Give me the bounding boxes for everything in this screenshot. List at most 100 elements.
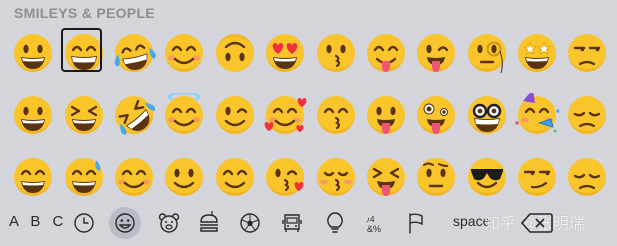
sunglasses-face-icon-graphic xyxy=(467,157,506,196)
smiling-face-icon-graphic xyxy=(165,33,204,72)
halo-face-icon-graphic xyxy=(165,92,204,134)
tongue-face-icon[interactable] xyxy=(361,88,411,141)
svg-text:♪4: ♪4 xyxy=(366,215,375,224)
squinting-tongue-icon-graphic xyxy=(366,157,405,196)
keyboard-bottom-bar: A B C ♪4 &% space 知乎 @张明瑞 xyxy=(0,200,617,246)
grinning-smiling-eyes-icon-graphic xyxy=(14,157,53,196)
star-struck-icon-graphic xyxy=(518,33,557,72)
travel-car-icon[interactable] xyxy=(276,207,308,239)
heart-eyes-icon[interactable] xyxy=(260,26,310,79)
activity-soccer-icon-graphic xyxy=(240,213,260,233)
tongue-face-icon-graphic xyxy=(366,95,405,134)
smileys-category-icon-graphic xyxy=(115,213,135,233)
squinting-face-icon[interactable] xyxy=(58,88,108,141)
kissing-face-icon-graphic xyxy=(316,33,355,72)
star-struck-icon[interactable] xyxy=(512,26,562,79)
face-savoring-food-icon[interactable] xyxy=(361,26,411,79)
halo-face-icon[interactable] xyxy=(159,88,209,141)
kiss-heart-icon-graphic xyxy=(266,157,305,196)
activity-soccer-icon[interactable] xyxy=(234,207,266,239)
face-savoring-food-icon-graphic xyxy=(366,33,405,72)
kiss-heart-icon[interactable] xyxy=(260,150,310,203)
smiling-blush-icon-graphic xyxy=(114,157,153,196)
smileys-category-icon[interactable] xyxy=(109,207,141,239)
heart-eyes-icon-graphic xyxy=(266,33,305,72)
sweat-grin-icon-graphic xyxy=(64,157,103,196)
svg-text:&%: &% xyxy=(367,224,381,234)
abc-keyboard-button[interactable]: A B C xyxy=(9,213,67,230)
winking-face-icon[interactable] xyxy=(210,88,260,141)
upside-down-face-icon[interactable] xyxy=(210,26,260,79)
rolling-laughing-icon[interactable] xyxy=(109,88,159,141)
smiling-blush-icon[interactable] xyxy=(109,150,159,203)
kissing-smiling-eyes-icon[interactable] xyxy=(310,88,360,141)
travel-car-icon-graphic xyxy=(282,214,302,232)
symbols-icon[interactable]: ♪4 &% xyxy=(359,207,391,239)
emoji-row xyxy=(8,26,617,79)
grinning-face-icon-graphic xyxy=(14,33,53,72)
section-title: SMILEYS & PEOPLE xyxy=(14,5,155,21)
smirking-face-icon[interactable] xyxy=(512,150,562,203)
delete-key-icon[interactable] xyxy=(521,212,553,234)
flags-icon-graphic xyxy=(409,213,423,234)
objects-lightbulb-icon-graphic xyxy=(327,212,343,233)
tears-of-joy-icon[interactable] xyxy=(109,26,159,79)
disappointed-face-icon-graphic xyxy=(568,95,607,134)
kissing-smiling-eyes-icon-graphic xyxy=(316,95,355,134)
flags-icon[interactable] xyxy=(400,207,432,239)
emoji-row xyxy=(8,88,617,141)
hearts-face-icon-graphic xyxy=(264,95,307,134)
unamused-face-icon[interactable] xyxy=(562,26,612,79)
raised-eyebrow-icon-graphic xyxy=(417,157,456,196)
winking-tongue-icon-graphic xyxy=(417,33,456,72)
kissing-closed-eyes-icon-graphic xyxy=(316,157,355,196)
hearts-face-icon[interactable] xyxy=(260,88,310,141)
winking-tongue-icon[interactable] xyxy=(411,26,461,79)
emoji-row xyxy=(8,150,617,203)
pensive-face-icon[interactable] xyxy=(562,150,612,203)
grinning-big-eyes-icon-graphic xyxy=(14,95,53,134)
upside-down-face-icon-graphic xyxy=(215,33,254,72)
food-burger-icon[interactable] xyxy=(193,207,225,239)
grinning-face-icon[interactable] xyxy=(8,26,58,79)
partying-face-icon-graphic xyxy=(515,92,560,134)
symbols-icon-graphic: ♪4&% xyxy=(366,215,381,234)
animals-bear-icon-graphic xyxy=(158,213,180,233)
sunglasses-face-icon[interactable] xyxy=(462,150,512,203)
nerd-face-icon[interactable] xyxy=(462,88,512,141)
unamused-face-icon-graphic xyxy=(568,33,607,72)
kissing-face-icon[interactable] xyxy=(310,26,360,79)
sweat-grin-icon[interactable] xyxy=(58,150,108,203)
smiling-face-icon[interactable] xyxy=(159,26,209,79)
slightly-smiling-icon-graphic xyxy=(165,157,204,196)
winking-face-icon-graphic xyxy=(215,95,254,134)
partying-face-icon[interactable] xyxy=(512,88,562,141)
disappointed-face-icon[interactable] xyxy=(562,88,612,141)
kissing-closed-eyes-icon[interactable] xyxy=(310,150,360,203)
squinting-face-icon-graphic xyxy=(64,95,103,134)
zany-face-icon[interactable] xyxy=(411,88,461,141)
grinning-smiling-eyes-icon[interactable] xyxy=(8,150,58,203)
nerd-face-icon-graphic xyxy=(467,95,506,134)
food-burger-icon-graphic xyxy=(200,211,218,232)
tears-of-joy-icon-graphic xyxy=(114,33,156,72)
smirking-face-icon-graphic xyxy=(518,157,557,196)
objects-lightbulb-icon[interactable] xyxy=(319,207,351,239)
pensive-face-icon-graphic xyxy=(568,157,607,196)
recent-clock-icon[interactable] xyxy=(68,207,100,239)
beaming-face-icon[interactable] xyxy=(58,26,108,79)
emoji-grid xyxy=(8,26,617,212)
animals-bear-icon[interactable] xyxy=(153,207,185,239)
recent-clock-icon-graphic xyxy=(74,213,94,233)
slightly-smiling-icon[interactable] xyxy=(159,150,209,203)
beaming-face-icon-graphic xyxy=(64,33,103,72)
relieved-face-icon[interactable] xyxy=(210,150,260,203)
relieved-face-icon-graphic xyxy=(215,157,254,196)
squinting-tongue-icon[interactable] xyxy=(361,150,411,203)
monocle-face-icon-graphic xyxy=(467,33,506,73)
grinning-big-eyes-icon[interactable] xyxy=(8,88,58,141)
rolling-laughing-icon-graphic xyxy=(114,95,156,135)
monocle-face-icon[interactable] xyxy=(462,26,512,79)
raised-eyebrow-icon[interactable] xyxy=(411,150,461,203)
zany-face-icon-graphic xyxy=(417,95,456,134)
